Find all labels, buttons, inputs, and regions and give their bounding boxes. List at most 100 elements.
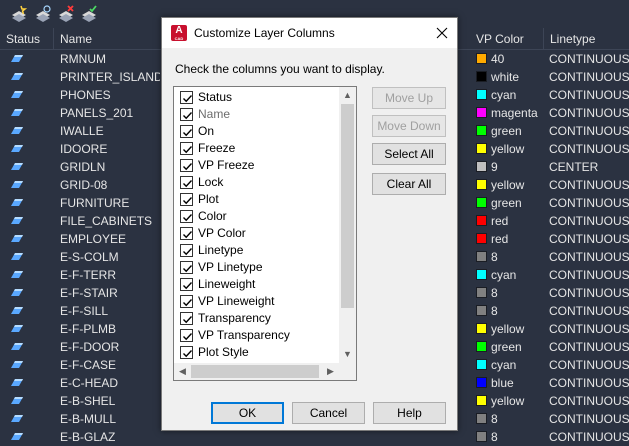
list-item[interactable]: Lineweight — [174, 276, 339, 293]
list-item[interactable]: VP Transparency — [174, 327, 339, 344]
color-swatch[interactable] — [476, 197, 487, 208]
vertical-scrollbar[interactable]: ▲ ▼ — [339, 87, 356, 363]
color-swatch[interactable] — [476, 323, 487, 334]
layer-linetype: CONTINUOUS — [549, 196, 629, 210]
cancel-button[interactable]: Cancel — [292, 402, 365, 424]
scroll-up-icon[interactable]: ▲ — [339, 87, 356, 104]
column-header-name[interactable]: Name — [54, 28, 162, 50]
color-swatch[interactable] — [476, 269, 487, 280]
list-item[interactable]: VP Freeze — [174, 157, 339, 174]
list-item[interactable]: VP Linetype — [174, 259, 339, 276]
column-header-status[interactable]: Status — [0, 28, 54, 50]
column-checkbox[interactable] — [180, 278, 193, 291]
checkmark-icon — [183, 112, 193, 120]
list-item[interactable]: VP Lineweight — [174, 293, 339, 310]
scroll-down-icon[interactable]: ▼ — [339, 346, 356, 363]
color-swatch[interactable] — [476, 431, 487, 442]
vertical-scroll-thumb[interactable] — [341, 104, 354, 308]
layer-linetype: CONTINUOUS — [549, 286, 629, 300]
column-checkbox[interactable] — [180, 227, 193, 240]
color-swatch[interactable] — [476, 233, 487, 244]
column-checkbox[interactable] — [180, 125, 193, 138]
list-item[interactable]: Plot — [174, 191, 339, 208]
layer-status-icon — [11, 433, 23, 440]
layer-status-icon — [11, 289, 23, 296]
horizontal-scroll-thumb[interactable] — [191, 365, 319, 378]
layer-status-icon — [11, 73, 23, 80]
set-current-icon[interactable] — [80, 5, 98, 23]
color-swatch[interactable] — [476, 377, 487, 388]
ok-button[interactable]: OK — [211, 402, 284, 424]
color-swatch[interactable] — [476, 251, 487, 262]
color-swatch[interactable] — [476, 341, 487, 352]
column-checkbox[interactable] — [180, 176, 193, 189]
column-checkbox[interactable] — [180, 159, 193, 172]
clear-all-button[interactable]: Clear All — [372, 173, 446, 195]
column-checkbox[interactable] — [180, 295, 193, 308]
select-all-button[interactable]: Select All — [372, 143, 446, 165]
column-checkbox[interactable] — [180, 329, 193, 342]
close-button[interactable] — [427, 18, 457, 48]
column-checkbox[interactable] — [180, 193, 193, 206]
color-swatch[interactable] — [476, 161, 487, 172]
list-item[interactable]: Plot Style — [174, 344, 339, 361]
layer-linetype: CONTINUOUS — [549, 322, 629, 336]
dialog-titlebar[interactable]: A CAD Customize Layer Columns — [162, 18, 457, 48]
horizontal-scrollbar[interactable]: ◀ ▶ — [174, 363, 339, 380]
move-up-button[interactable]: Move Up — [372, 87, 446, 109]
layer-name: E-F-PLMB — [60, 322, 117, 336]
list-item[interactable]: Linetype — [174, 242, 339, 259]
color-swatch[interactable] — [476, 359, 487, 370]
column-checkbox[interactable] — [180, 244, 193, 257]
layer-name: E-B-GLAZ — [60, 430, 116, 444]
color-swatch[interactable] — [476, 287, 487, 298]
column-header-linetype[interactable]: Linetype — [544, 28, 629, 50]
color-swatch[interactable] — [476, 71, 487, 82]
new-vp-frozen-layer-icon[interactable] — [34, 5, 52, 23]
layer-color-name: magenta — [491, 106, 538, 120]
list-item[interactable]: VP Color — [174, 225, 339, 242]
checkmark-icon — [183, 248, 193, 256]
move-down-button[interactable]: Move Down — [372, 115, 446, 137]
color-swatch[interactable] — [476, 179, 487, 190]
layer-status-icon — [11, 253, 23, 260]
list-item[interactable]: Freeze — [174, 140, 339, 157]
columns-listbox[interactable]: Status Name On Freeze VP Freeze Lock Plot Color… — [173, 86, 357, 381]
color-swatch[interactable] — [476, 53, 487, 64]
color-swatch[interactable] — [476, 395, 487, 406]
new-layer-icon[interactable] — [10, 5, 28, 23]
scroll-left-icon[interactable]: ◀ — [174, 363, 191, 380]
column-checkbox[interactable] — [180, 346, 193, 359]
scroll-right-icon[interactable]: ▶ — [322, 363, 339, 380]
column-checkbox[interactable] — [180, 108, 193, 121]
color-swatch[interactable] — [476, 125, 487, 136]
list-item[interactable]: Color — [174, 208, 339, 225]
color-swatch[interactable] — [476, 107, 487, 118]
color-swatch[interactable] — [476, 89, 487, 100]
layer-linetype: CONTINUOUS — [549, 250, 629, 264]
help-button[interactable]: Help — [373, 402, 446, 424]
column-header-vp-color[interactable]: VP Color — [470, 28, 544, 50]
list-item[interactable]: Status — [174, 89, 339, 106]
column-label: Linetype — [198, 243, 244, 257]
list-item[interactable]: On — [174, 123, 339, 140]
color-swatch[interactable] — [476, 143, 487, 154]
list-item[interactable]: Lock — [174, 174, 339, 191]
column-checkbox[interactable] — [180, 142, 193, 155]
list-item[interactable]: Transparency — [174, 310, 339, 327]
list-item[interactable]: Name — [174, 106, 339, 123]
column-checkbox[interactable] — [180, 261, 193, 274]
layer-linetype: CONTINUOUS — [549, 268, 629, 282]
column-checkbox[interactable] — [180, 312, 193, 325]
layer-status-icon — [11, 343, 23, 350]
color-swatch[interactable] — [476, 215, 487, 226]
column-checkbox[interactable] — [180, 210, 193, 223]
layer-status-icon — [11, 91, 23, 98]
delete-layer-icon[interactable] — [57, 5, 75, 23]
layer-color-name: yellow — [491, 322, 525, 336]
column-checkbox[interactable] — [180, 91, 193, 104]
layer-status-icon — [11, 271, 23, 278]
layer-color-name: cyan — [491, 358, 517, 372]
color-swatch[interactable] — [476, 305, 487, 316]
color-swatch[interactable] — [476, 413, 487, 424]
